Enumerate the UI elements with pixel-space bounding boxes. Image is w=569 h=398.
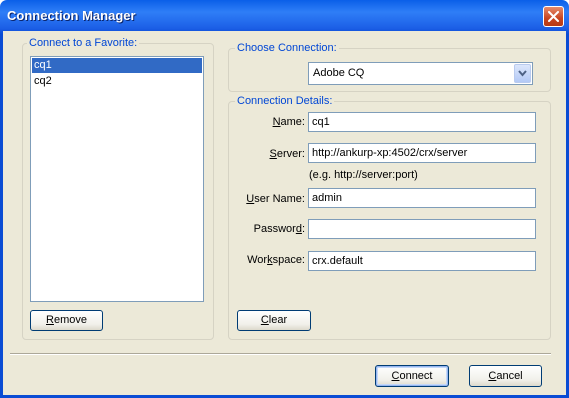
favorite-item-cq2[interactable]: cq2 (32, 74, 202, 89)
favorites-list[interactable]: cq1 cq2 (30, 56, 204, 302)
workspace-label: Workspace: (247, 254, 305, 266)
clear-button[interactable]: Clear (237, 310, 311, 331)
cancel-button[interactable]: Cancel (469, 365, 542, 387)
remove-button[interactable]: Remove (30, 310, 103, 331)
favorite-item-cq1[interactable]: cq1 (32, 58, 202, 73)
server-field[interactable]: http://ankurp-xp:4502/crx/server (308, 143, 536, 163)
connection-manager-window: Connection Manager Connect to a Favorite… (0, 0, 569, 398)
footer-separator (10, 353, 551, 355)
name-field[interactable]: cq1 (308, 112, 536, 132)
close-icon (548, 11, 559, 22)
server-label: Server: (269, 148, 305, 160)
connection-details-label: Connection Details: (235, 95, 335, 107)
title-bar[interactable]: Connection Manager (0, 0, 569, 31)
name-label: Name: (272, 116, 305, 128)
connection-type-value: Adobe CQ (313, 67, 365, 79)
chevron-down-icon (518, 70, 527, 77)
username-label: User Name: (246, 193, 305, 205)
favorites-group-label: Connect to a Favorite: (27, 37, 140, 49)
connect-button[interactable]: Connect (375, 365, 449, 387)
close-button[interactable] (543, 6, 564, 27)
window-title: Connection Manager (7, 8, 136, 23)
password-field[interactable] (308, 219, 536, 239)
choose-connection-label: Choose Connection: (235, 42, 339, 54)
username-field[interactable]: admin (308, 188, 536, 208)
server-hint: (e.g. http://server:port) (309, 169, 418, 181)
password-label: Password: (253, 223, 305, 235)
connection-type-select[interactable]: Adobe CQ (308, 62, 533, 85)
dialog-body: Connect to a Favorite: cq1 cq2 Remove Ch… (3, 31, 566, 395)
workspace-field[interactable]: crx.default (308, 251, 536, 271)
dropdown-button[interactable] (514, 64, 531, 83)
